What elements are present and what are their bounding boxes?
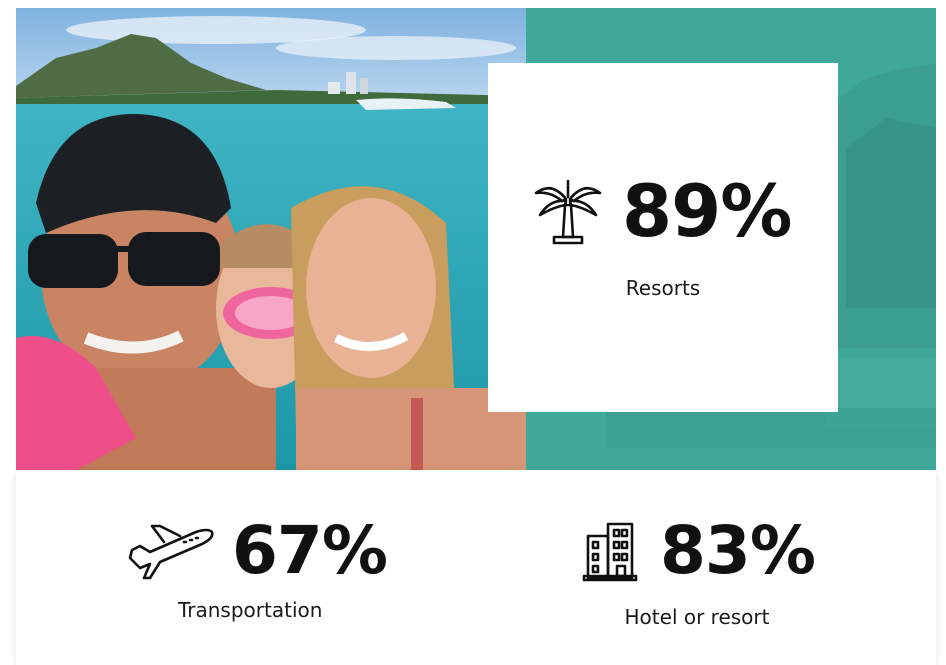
building-icon bbox=[582, 520, 638, 582]
resorts-stat-card: 89% Resorts bbox=[488, 63, 838, 412]
resorts-percentage: 89% bbox=[622, 169, 792, 253]
resorts-stat-row: 89% bbox=[532, 169, 792, 253]
transportation-stat-row: 67% bbox=[126, 512, 388, 589]
transportation-label: Transportation bbox=[178, 598, 323, 622]
stats-infographic: 89% Resorts 67% Transportation 83% Hotel… bbox=[0, 0, 946, 665]
hotel-stat-row: 83% bbox=[582, 512, 816, 589]
family-beach-photo bbox=[16, 8, 526, 470]
bottom-stats-panel: 67% Transportation 83% Hotel or resort bbox=[16, 470, 936, 665]
airplane-icon bbox=[126, 520, 218, 582]
palm-tree-icon bbox=[532, 175, 604, 247]
hotel-percentage: 83% bbox=[660, 512, 816, 589]
transportation-percentage: 67% bbox=[232, 512, 388, 589]
resorts-label: Resorts bbox=[625, 276, 701, 300]
hotel-label: Hotel or resort bbox=[624, 605, 770, 629]
